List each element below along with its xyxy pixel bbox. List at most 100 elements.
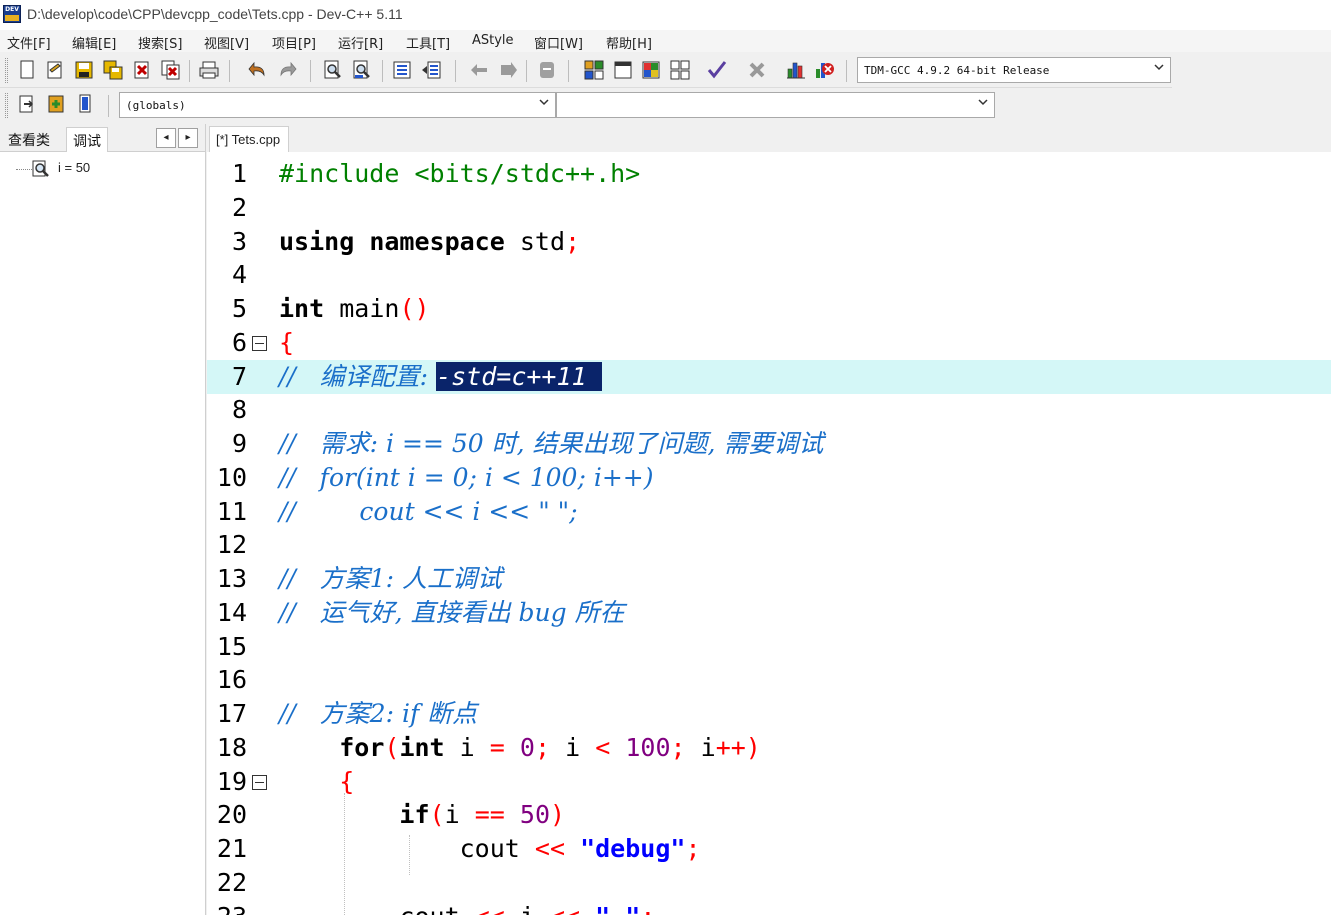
code-line[interactable]: 12 (207, 528, 1331, 562)
code-line[interactable]: 14 // 运气好, 直接看出 bug 所在 (207, 596, 1331, 630)
insert-code-icon[interactable] (16, 93, 38, 115)
grid-icon[interactable] (669, 59, 691, 81)
line-number: 14 (216, 598, 247, 627)
menu-window[interactable]: 窗口[W] (534, 33, 583, 52)
toolbar-separator (108, 95, 109, 117)
menu-help[interactable]: 帮助[H] (606, 33, 652, 52)
code-line[interactable]: 18 for(int i = 0; i < 100; i++) (207, 731, 1331, 765)
tab-scroll-right-button[interactable]: ▸ (178, 128, 198, 148)
line-text: // 方案2: if 断点 (279, 699, 478, 728)
close-all-icon[interactable] (160, 59, 182, 81)
code-line[interactable]: 23 cout << i << " "; (207, 900, 1331, 915)
code-line[interactable]: 8 (207, 393, 1331, 427)
fold-toggle-icon[interactable] (252, 336, 267, 351)
line-text: using namespace std; (279, 227, 581, 256)
code-line[interactable]: 13 // 方案1: 人工调试 (207, 562, 1331, 596)
watch-expression: i = 50 (58, 160, 91, 175)
toolbar-grip[interactable] (5, 58, 8, 83)
goto-forward-icon[interactable] (497, 59, 519, 81)
line-number: 19 (216, 767, 247, 796)
bookmark-icon[interactable] (536, 59, 558, 81)
find-icon[interactable] (322, 59, 344, 81)
compiler-select-value: TDM-GCC 4.9.2 64-bit Release (864, 64, 1050, 77)
code-line[interactable]: 2 (207, 191, 1331, 225)
code-line[interactable]: 15 (207, 630, 1331, 664)
code-line[interactable]: 17 // 方案2: if 断点 (207, 697, 1331, 731)
line-number: 13 (216, 564, 247, 593)
new-file-icon[interactable] (16, 59, 38, 81)
code-line[interactable]: 9 // 需求: i == 50 时, 结果出现了问题, 需要调试 (207, 427, 1331, 461)
line-text: // 需求: i == 50 时, 结果出现了问题, 需要调试 (279, 429, 824, 458)
menu-search[interactable]: 搜索[S] (138, 33, 182, 52)
code-line[interactable]: 5 int main() (207, 292, 1331, 326)
menu-tools[interactable]: 工具[T] (406, 33, 450, 52)
scope-select[interactable]: (globals) (119, 92, 556, 118)
line-number: 3 (231, 227, 247, 256)
stop-icon[interactable] (746, 59, 768, 81)
toggle-comment-icon[interactable] (45, 93, 67, 115)
line-text: if(i == 50) (399, 800, 566, 829)
line-number: 4 (231, 260, 247, 289)
code-line[interactable]: 21 cout << "debug"; (207, 832, 1331, 866)
code-editor[interactable]: [*] Tets.cpp 1 #include <bits/stdc++.h> … (207, 124, 1331, 915)
profile-chart-icon[interactable] (785, 59, 807, 81)
line-number: 10 (216, 463, 247, 492)
line-number: 1 (231, 159, 247, 188)
code-line[interactable]: 4 (207, 258, 1331, 292)
tab-tets-cpp[interactable]: [*] Tets.cpp (209, 126, 290, 152)
toolbar-grip[interactable] (5, 93, 8, 118)
code-line[interactable]: 20 if(i == 50) (207, 798, 1331, 832)
code-line[interactable]: 10 // for(int i = 0; i < 100; i++) (207, 461, 1331, 495)
code-line-current[interactable]: 7 // 编译配置: -std=c++11 (207, 360, 1331, 394)
menu-astyle[interactable]: AStyle (472, 33, 514, 48)
print-icon[interactable] (198, 59, 220, 81)
fold-toggle-icon[interactable] (252, 775, 267, 790)
new-project-icon[interactable] (583, 59, 605, 81)
window-icon[interactable] (612, 59, 634, 81)
redo-icon[interactable] (276, 59, 298, 81)
code-line[interactable]: 11 // cout << i << " "; (207, 495, 1331, 529)
toolbar-separator (846, 60, 847, 82)
line-number: 16 (216, 665, 247, 694)
line-number: 5 (231, 294, 247, 323)
code-line[interactable]: 16 (207, 663, 1331, 697)
tree-connector (16, 169, 32, 170)
line-number: 6 (231, 328, 247, 357)
bookmark-toggle-icon[interactable] (74, 93, 96, 115)
open-file-icon[interactable] (44, 59, 66, 81)
save-icon[interactable] (73, 59, 95, 81)
unindent-icon[interactable] (420, 59, 442, 81)
menu-file[interactable]: 文件[F] (7, 33, 51, 52)
text-selection: -std=c++11 (436, 362, 602, 391)
compiler-select[interactable]: TDM-GCC 4.9.2 64-bit Release (857, 57, 1171, 83)
member-select[interactable] (556, 92, 995, 118)
code-line[interactable]: 1 #include <bits/stdc++.h> (207, 157, 1331, 191)
menu-edit[interactable]: 编辑[E] (72, 33, 116, 52)
delete-profile-icon[interactable] (813, 59, 835, 81)
menu-project[interactable]: 项目[P] (272, 33, 316, 52)
replace-icon[interactable] (351, 59, 373, 81)
line-text: #include <bits/stdc++.h> (279, 159, 641, 188)
goto-back-icon[interactable] (468, 59, 490, 81)
tab-debug[interactable]: 调试 (66, 127, 108, 152)
save-all-icon[interactable] (102, 59, 124, 81)
code-line[interactable]: 3 using namespace std; (207, 225, 1331, 259)
compile-run-icon[interactable] (640, 59, 662, 81)
toolbar-separator (229, 60, 230, 82)
check-syntax-icon[interactable] (706, 59, 728, 81)
menu-run[interactable]: 运行[R] (338, 33, 383, 52)
close-file-icon[interactable] (131, 59, 153, 81)
line-number: 23 (207, 900, 247, 915)
tab-class-browser[interactable]: 查看类 (2, 127, 56, 152)
code-line[interactable]: 19 { (207, 765, 1331, 799)
code-line[interactable]: 22 (207, 866, 1331, 900)
menu-view[interactable]: 视图[V] (204, 33, 249, 52)
indent-icon[interactable] (391, 59, 413, 81)
line-text: // 运气好, 直接看出 bug 所在 (279, 598, 625, 627)
window-title: D:\develop\code\CPP\devcpp_code\Tets.cpp… (27, 6, 403, 22)
undo-icon[interactable] (247, 59, 269, 81)
code-line[interactable]: 6 { (207, 326, 1331, 360)
tab-scroll-left-button[interactable]: ◂ (156, 128, 176, 148)
line-text: // 编译配置: -std=c++11 (279, 362, 602, 391)
editor-tab-strip: [*] Tets.cpp (207, 124, 1331, 152)
